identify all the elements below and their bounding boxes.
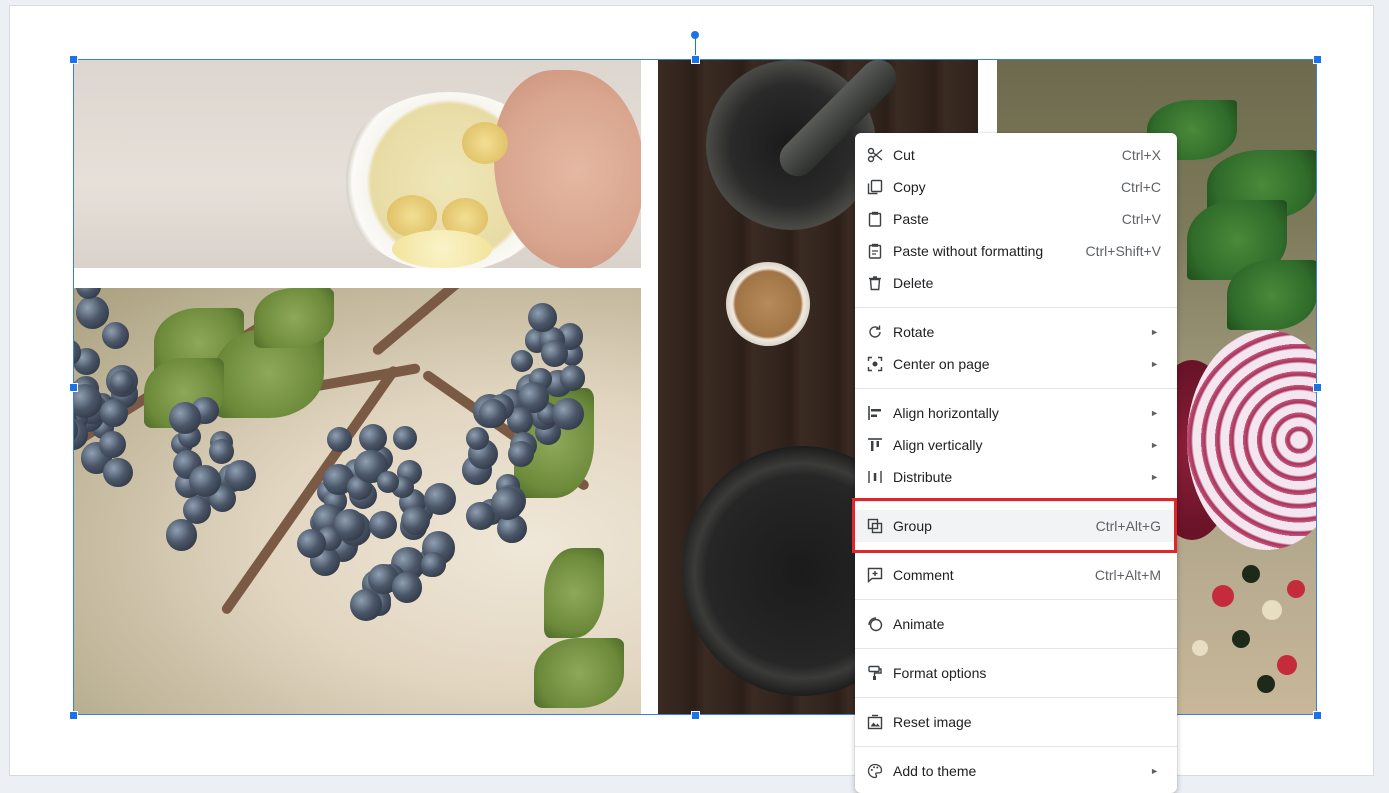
menu-item-distribute[interactable]: Distribute ► [855, 461, 1177, 493]
menu-item-paste-without-formatting[interactable]: Paste without formatting Ctrl+Shift+V [855, 235, 1177, 267]
menu-item-group[interactable]: Group Ctrl+Alt+G [855, 510, 1177, 542]
paste-plain-icon [867, 243, 883, 259]
menu-shortcut: Ctrl+X [1121, 147, 1161, 163]
menu-label: Paste [893, 211, 929, 227]
menu-label: Add to theme [893, 763, 977, 779]
palette-icon [867, 763, 883, 779]
menu-shortcut: Ctrl+Alt+G [1095, 518, 1161, 534]
menu-divider [855, 550, 1177, 551]
menu-item-rotate[interactable]: Rotate ► [855, 316, 1177, 348]
submenu-arrow-icon: ► [1150, 408, 1159, 418]
menu-label: Group [893, 518, 932, 534]
menu-label: Comment [893, 567, 954, 583]
menu-label: Format options [893, 665, 987, 681]
copy-icon [867, 179, 883, 195]
menu-item-align-horizontally[interactable]: Align horizontally ► [855, 397, 1177, 429]
menu-item-add-to-theme[interactable]: Add to theme ► [855, 755, 1177, 787]
format-paint-icon [867, 665, 883, 681]
menu-divider [855, 599, 1177, 600]
menu-item-paste[interactable]: Paste Ctrl+V [855, 203, 1177, 235]
rotate-icon [867, 324, 883, 340]
center-icon [867, 356, 883, 372]
submenu-arrow-icon: ► [1150, 440, 1159, 450]
menu-item-delete[interactable]: Delete [855, 267, 1177, 299]
menu-divider [855, 648, 1177, 649]
trash-icon [867, 275, 883, 291]
align-horizontal-icon [867, 405, 883, 421]
context-menu: Cut Ctrl+X Copy Ctrl+C Paste Ctrl+V Past… [855, 133, 1177, 793]
menu-shortcut: Ctrl+C [1120, 179, 1161, 195]
menu-shortcut: Ctrl+Shift+V [1085, 243, 1161, 259]
align-vertical-icon [867, 437, 883, 453]
submenu-arrow-icon: ► [1150, 472, 1159, 482]
menu-divider [855, 501, 1177, 502]
submenu-arrow-icon: ► [1150, 766, 1159, 776]
clipboard-icon [867, 211, 883, 227]
scissors-icon [867, 147, 883, 163]
menu-item-center-on-page[interactable]: Center on page ► [855, 348, 1177, 380]
animate-icon [867, 616, 883, 632]
resize-handle-top[interactable] [691, 55, 700, 64]
resize-handle-top-left[interactable] [69, 55, 78, 64]
menu-shortcut: Ctrl+Alt+M [1094, 567, 1161, 583]
resize-handle-bottom[interactable] [691, 711, 700, 720]
resize-handle-bottom-left[interactable] [69, 711, 78, 720]
menu-item-align-vertically[interactable]: Align vertically ► [855, 429, 1177, 461]
menu-label: Cut [893, 147, 915, 163]
menu-label: Paste without formatting [893, 243, 1044, 259]
menu-label: Align vertically [893, 437, 983, 453]
menu-label: Align horizontally [893, 405, 999, 421]
resize-handle-top-right[interactable] [1313, 55, 1322, 64]
menu-label: Rotate [893, 324, 935, 340]
menu-label: Center on page [893, 356, 990, 372]
menu-divider [855, 307, 1177, 308]
reset-image-icon [867, 714, 883, 730]
menu-divider [855, 697, 1177, 698]
menu-item-reset-image[interactable]: Reset image [855, 706, 1177, 738]
menu-label: Copy [893, 179, 926, 195]
resize-handle-bottom-right[interactable] [1313, 711, 1322, 720]
submenu-arrow-icon: ► [1150, 327, 1159, 337]
menu-item-animate[interactable]: Animate [855, 608, 1177, 640]
group-icon [867, 518, 883, 534]
distribute-icon [867, 469, 883, 485]
menu-item-format-options[interactable]: Format options [855, 657, 1177, 689]
menu-shortcut: Ctrl+V [1121, 211, 1161, 227]
menu-label: Animate [893, 616, 945, 632]
menu-item-comment[interactable]: Comment Ctrl+Alt+M [855, 559, 1177, 591]
menu-item-copy[interactable]: Copy Ctrl+C [855, 171, 1177, 203]
menu-item-cut[interactable]: Cut Ctrl+X [855, 139, 1177, 171]
resize-handle-left[interactable] [69, 383, 78, 392]
menu-label: Delete [893, 275, 934, 291]
menu-divider [855, 746, 1177, 747]
menu-label: Distribute [893, 469, 953, 485]
comment-add-icon [867, 567, 883, 583]
resize-handle-right[interactable] [1313, 383, 1322, 392]
menu-label: Reset image [893, 714, 972, 730]
menu-divider [855, 388, 1177, 389]
submenu-arrow-icon: ► [1150, 359, 1159, 369]
rotation-handle[interactable] [691, 31, 699, 39]
